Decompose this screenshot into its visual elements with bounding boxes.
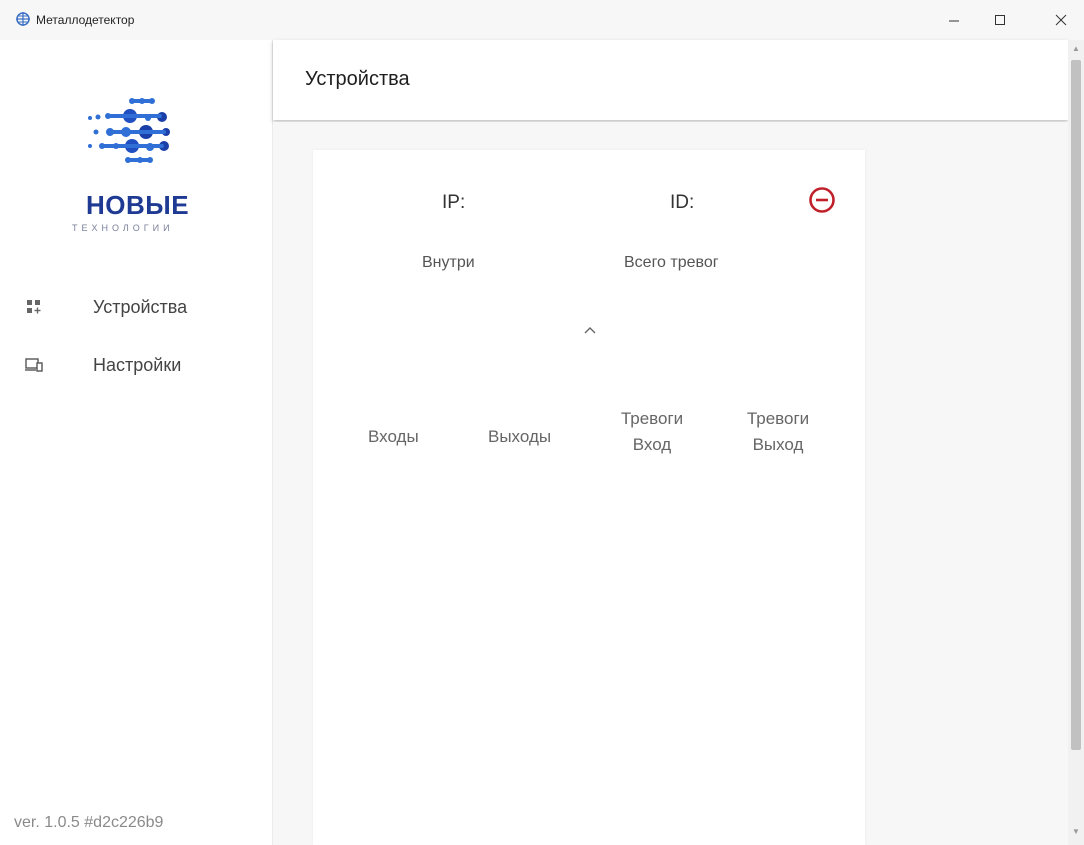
ip-label: IP: [442, 192, 466, 213]
column-header-alarms-out: Тревоги Выход [730, 406, 826, 458]
sidebar: НОВЫЕ ТЕХНОЛОГИИ Устройства Настройки ve… [0, 40, 273, 845]
window-titlebar: Металлодетектор [0, 0, 1084, 40]
scroll-up-icon[interactable]: ▲ [1068, 44, 1084, 56]
minus-circle-icon [809, 187, 835, 213]
maximize-button[interactable] [977, 0, 1023, 40]
column-header-alarms-in: Тревоги Вход [604, 406, 700, 458]
column-line: Входы [368, 427, 419, 446]
sidebar-item-label: Устройства [93, 296, 188, 317]
vertical-scrollbar[interactable]: ▲ ▼ [1068, 40, 1084, 845]
version-label: ver. 1.0.5 #d2c226b9 [14, 814, 164, 831]
remove-device-button[interactable] [808, 186, 836, 214]
logo-subtitle: ТЕХНОЛОГИИ [72, 223, 174, 233]
close-button[interactable] [1038, 0, 1084, 40]
scroll-down-icon[interactable]: ▼ [1068, 827, 1084, 839]
collapse-button[interactable] [580, 322, 600, 338]
column-header-inputs: Входы [368, 424, 419, 450]
page-header: Устройства [273, 40, 1068, 120]
minimize-icon [949, 20, 959, 22]
column-line: Тревоги [746, 409, 810, 428]
devices-add-icon [27, 300, 41, 314]
inside-label: Внутри [422, 254, 475, 271]
device-card [313, 150, 865, 845]
column-header-outputs: Выходы [488, 424, 551, 450]
total-alarms-label: Всего тревог [624, 254, 719, 271]
column-line: Выходы [488, 427, 552, 446]
maximize-icon [995, 15, 1005, 25]
minimize-button[interactable] [931, 0, 977, 40]
sidebar-item-label: Настройки [93, 354, 182, 375]
sidebar-item-settings[interactable]: Настройки [0, 341, 273, 389]
column-line: Вход [632, 435, 672, 454]
chevron-up-icon [584, 327, 596, 334]
id-label: ID: [670, 192, 695, 213]
logo-word: НОВЫЕ [86, 190, 190, 220]
page-title: Устройства [305, 68, 410, 90]
app-icon [16, 12, 30, 26]
column-line: Тревоги [620, 409, 684, 428]
sidebar-item-devices[interactable]: Устройства [0, 283, 273, 331]
monitor-devices-icon [25, 358, 43, 372]
column-line: Выход [752, 435, 804, 454]
window-title: Металлодетектор [36, 13, 135, 27]
scroll-thumb[interactable] [1071, 60, 1081, 750]
close-icon [1055, 14, 1067, 26]
